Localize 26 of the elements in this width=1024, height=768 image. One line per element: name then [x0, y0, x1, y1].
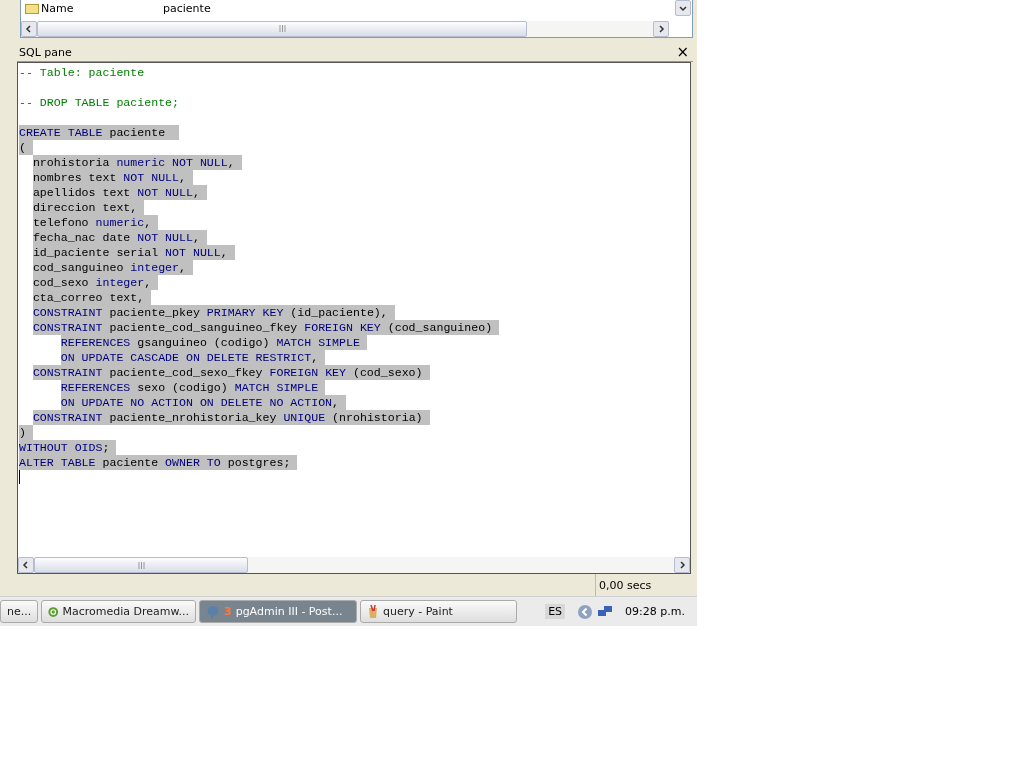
sql-editor[interactable] — [17, 61, 691, 575]
scroll-left-icon[interactable] — [18, 557, 34, 574]
scroll-thumb[interactable] — [34, 557, 248, 574]
taskbar-button[interactable]: ne... — [0, 600, 38, 624]
pane-title: SQL pane — [18, 45, 72, 59]
property-value: paciente — [163, 1, 211, 15]
scroll-left-icon[interactable] — [21, 20, 37, 37]
close-button[interactable]: × — [672, 45, 693, 60]
code-line: -- Table: paciente — [19, 64, 145, 80]
scroll-thumb[interactable] — [37, 20, 527, 37]
property-name: Name — [41, 1, 75, 15]
taskbar-button[interactable]: Macromedia Dreamw... — [41, 600, 196, 624]
language-indicator[interactable]: ES — [545, 604, 566, 620]
horizontal-scrollbar[interactable] — [18, 557, 690, 574]
circle-logo-icon — [48, 604, 59, 619]
taskbar-button[interactable]: 3 pgAdmin III - Post... — [199, 600, 357, 624]
scroll-down-icon[interactable] — [675, 0, 691, 16]
clock: 09:28 p.m. — [625, 605, 685, 619]
folder-icon — [25, 2, 39, 14]
horizontal-scrollbar[interactable] — [21, 20, 669, 37]
taskbar-button[interactable]: query - Paint — [360, 600, 517, 624]
scroll-right-icon[interactable] — [653, 20, 669, 37]
paint-cup-icon — [367, 604, 379, 620]
text-cursor — [19, 469, 20, 484]
code-line: -- DROP TABLE paciente; — [19, 94, 180, 110]
scroll-right-icon[interactable] — [674, 557, 690, 574]
